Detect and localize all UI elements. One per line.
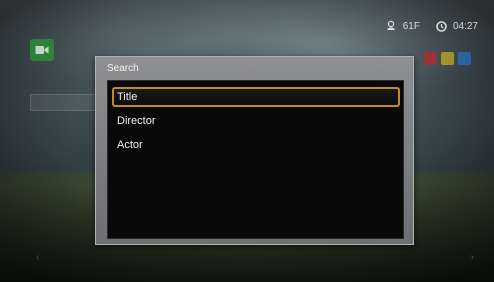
video-camera-icon: [30, 39, 54, 61]
option-director[interactable]: Director: [112, 111, 400, 131]
option-title[interactable]: Title: [112, 87, 400, 107]
dialog-title: Search: [107, 63, 139, 74]
weather-icon: [385, 20, 397, 32]
option-actor[interactable]: Actor: [112, 135, 400, 155]
time-label: 04:27: [452, 20, 478, 32]
nav-left-arrow-icon: ‹: [36, 252, 40, 263]
red-button-icon: [424, 52, 437, 65]
blue-button-icon: [458, 52, 471, 65]
yellow-button-icon: [441, 52, 454, 65]
screen: 61F 04:27 ‹ › Search Title Director Acto…: [0, 0, 494, 282]
temperature-label: 61F: [402, 20, 420, 32]
app-header: [30, 36, 54, 64]
clock-icon: [436, 20, 447, 32]
dialog-body: Title Director Actor: [107, 80, 404, 239]
search-dialog: Search Title Director Actor: [95, 56, 414, 245]
color-buttons: [424, 52, 471, 65]
search-options-list: Title Director Actor: [112, 87, 400, 159]
nav-right-arrow-icon: ›: [470, 252, 474, 263]
status-bar: 61F 04:27: [385, 18, 478, 34]
